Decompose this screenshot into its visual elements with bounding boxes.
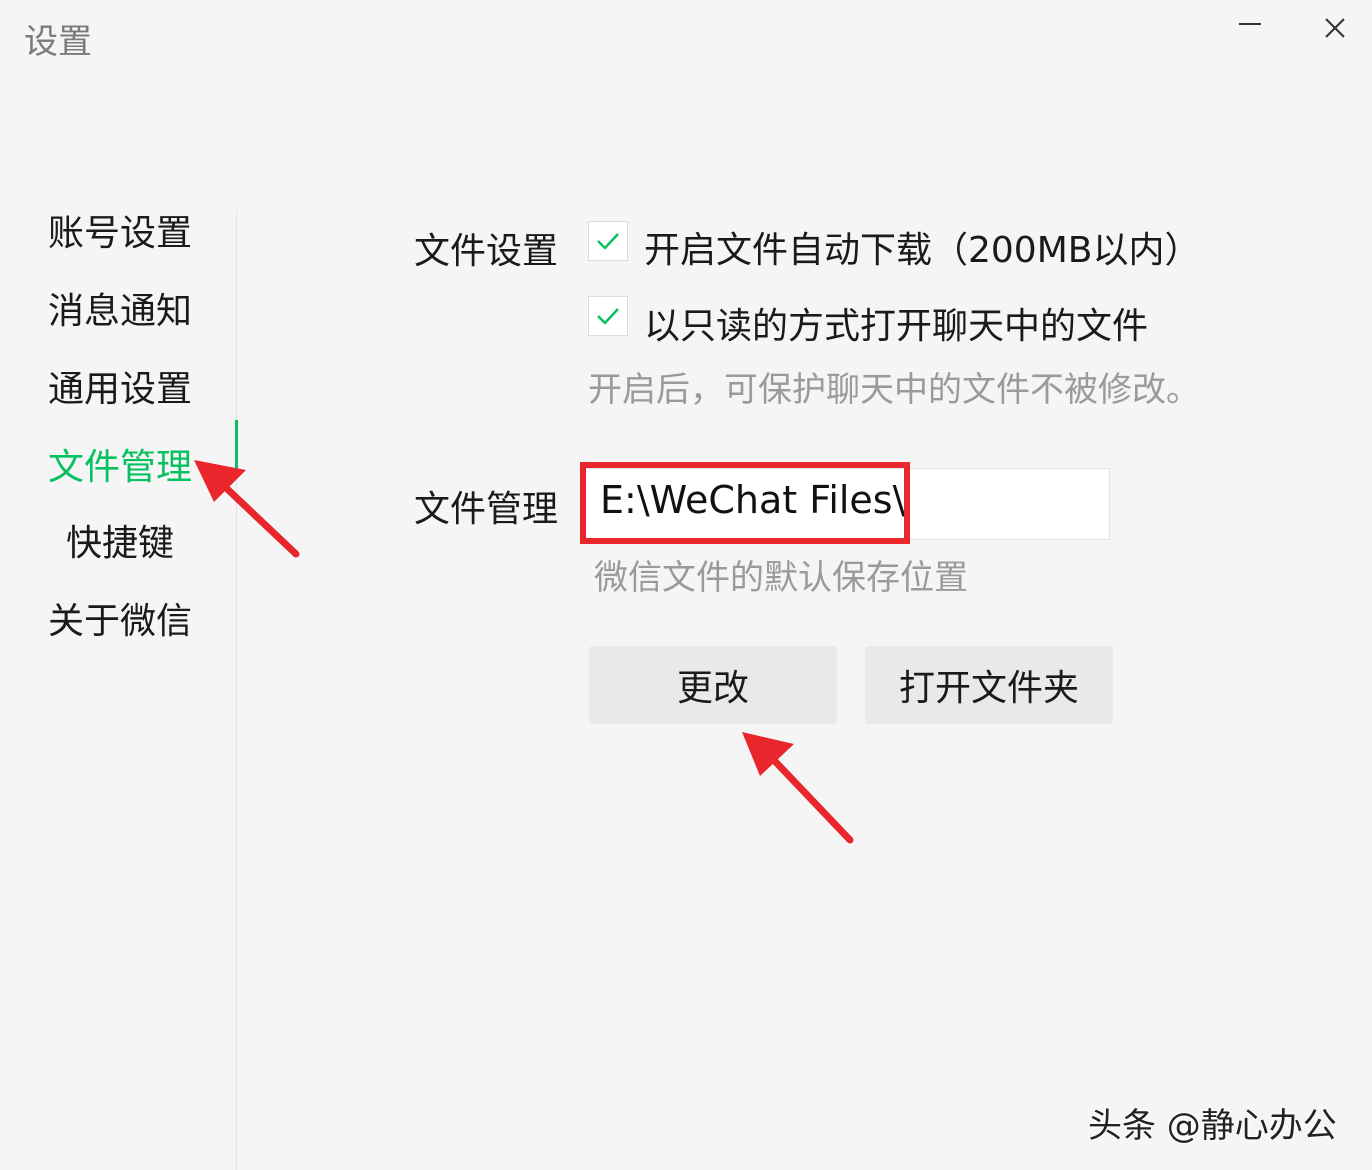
sidebar-item-shortcuts[interactable]: 快捷键	[66, 514, 174, 566]
sidebar-divider	[236, 210, 237, 1170]
close-icon	[1325, 18, 1345, 38]
minimize-button[interactable]	[1220, 0, 1280, 56]
sidebar-item-notifications[interactable]: 消息通知	[48, 282, 192, 334]
readonly-hint: 开启后，可保护聊天中的文件不被修改。	[588, 370, 1200, 410]
auto-download-label: 开启文件自动下载（200MB以内）	[644, 230, 1201, 271]
minimize-icon	[1239, 23, 1261, 25]
sidebar-item-general[interactable]: 通用设置	[48, 360, 192, 412]
window-title: 设置	[24, 22, 92, 62]
arrow-to-change-icon	[742, 732, 854, 844]
close-button[interactable]	[1305, 0, 1365, 56]
sidebar-item-account[interactable]: 账号设置	[48, 204, 192, 256]
change-button[interactable]: 更改	[589, 646, 837, 724]
save-path-hint: 微信文件的默认保存位置	[594, 558, 968, 598]
sidebar-item-about[interactable]: 关于微信	[48, 592, 192, 644]
watermark: 头条 @静心办公	[1088, 1106, 1337, 1146]
checkmark-icon	[597, 308, 619, 325]
settings-window: 设置 账号设置 消息通知 通用设置 文件管理 快捷键 关于微信 文件设置 开启文…	[0, 0, 1372, 1170]
sidebar-item-file-management[interactable]: 文件管理	[48, 438, 192, 490]
file-management-label: 文件管理	[414, 489, 559, 530]
open-folder-button[interactable]: 打开文件夹	[865, 646, 1113, 724]
checkmark-icon	[597, 233, 619, 250]
path-highlight-box	[580, 462, 910, 544]
file-settings-label: 文件设置	[414, 231, 559, 272]
auto-download-checkbox[interactable]	[588, 221, 628, 261]
arrow-to-sidebar-icon	[194, 460, 300, 558]
readonly-open-label: 以只读的方式打开聊天中的文件	[644, 306, 1149, 347]
active-indicator	[235, 420, 238, 474]
readonly-open-checkbox[interactable]	[588, 296, 628, 336]
